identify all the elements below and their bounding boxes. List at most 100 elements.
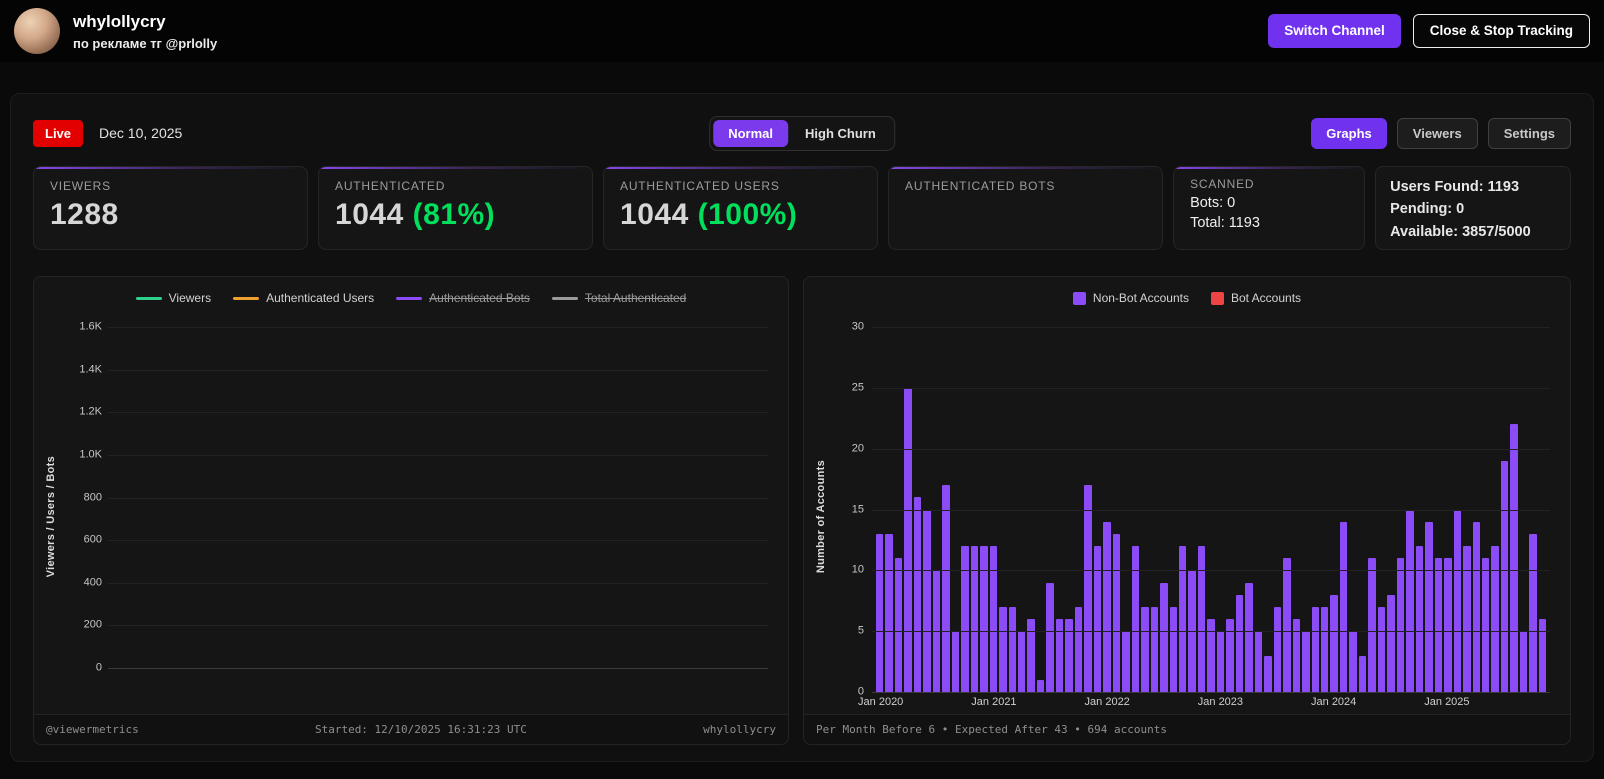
tab-viewers[interactable]: Viewers — [1396, 117, 1478, 149]
bar — [1387, 594, 1395, 692]
legend-label: Authenticated Users — [266, 291, 375, 305]
bar — [913, 497, 922, 692]
gridline — [871, 327, 1550, 328]
bar — [1216, 631, 1225, 692]
card-scanned: SCANNED Bots: 0 Total: 1193 — [1173, 166, 1366, 250]
legend-marker-non-bot-accounts — [1072, 291, 1086, 305]
viewers-count: 1288 — [50, 198, 119, 231]
bar — [904, 387, 912, 692]
bar — [1311, 606, 1319, 692]
line-chart-footer: @viewermetrics Started: 12/10/2025 16:31… — [34, 714, 788, 744]
bar-chart-plot: 30 25 20 15 10 5 0 — [852, 321, 1550, 697]
gridline — [871, 387, 1550, 389]
card-authenticated: AUTHENTICATED 1044 (81%) — [318, 166, 594, 250]
bar — [1074, 606, 1083, 692]
legend-label: Viewers — [168, 291, 212, 305]
legend-label: Bot Accounts — [1230, 291, 1302, 305]
y-tick-label: 10 — [851, 563, 864, 576]
bar-chart-footer: Per Month Before 6 • Expected After 43 •… — [803, 714, 1570, 744]
card-viewers-label: VIEWERS — [50, 179, 111, 193]
dashboard-panel: Live Dec 10, 2025 Normal High Churn Grap… — [10, 93, 1594, 762]
bar — [1406, 509, 1414, 692]
bar — [1302, 631, 1310, 692]
available-line: Available: 3857/5000 — [1390, 223, 1531, 240]
gridline — [108, 412, 768, 414]
bar — [1434, 558, 1443, 692]
card-authenticated-users: AUTHENTICATED USERS 1044 (100%) — [603, 166, 879, 250]
line-chart-body: Viewers / Users / Bots 1.6K 1.4K 1.2K 1.0K 8… — [34, 319, 788, 714]
y-tick-label: 200 — [83, 618, 102, 631]
users-found-line: Users Found: 1193 — [1390, 179, 1520, 195]
legend-marker-authenticated-bots — [396, 296, 423, 300]
y-tick-label: 600 — [83, 533, 102, 546]
x-tick-label: Jan 2022 — [1084, 696, 1130, 708]
bar — [1008, 606, 1016, 692]
bar — [999, 606, 1007, 692]
y-tick-label: 1.4K — [79, 363, 102, 376]
y-tick-label: 25 — [851, 381, 864, 394]
switch-channel-button[interactable]: Switch Channel — [1268, 14, 1401, 48]
card-authenticated-label: AUTHENTICATED — [335, 179, 446, 193]
bar — [875, 533, 884, 692]
bar — [961, 546, 969, 692]
header-actions: Switch Channel Close & Stop Tracking — [1268, 14, 1590, 48]
legend-item[interactable]: Non-Bot Accounts — [1072, 291, 1189, 305]
bar-chart-panel: Non-Bot Accounts Bot Accounts Number of A… — [802, 276, 1571, 745]
legend-item[interactable]: Bot Accounts — [1210, 291, 1302, 305]
bar — [1349, 631, 1357, 692]
gridline — [108, 540, 768, 542]
mode-high-churn-button[interactable]: High Churn — [790, 120, 891, 147]
bar — [1093, 546, 1102, 692]
close-stop-tracking-button[interactable]: Close & Stop Tracking — [1412, 14, 1590, 48]
gridline — [108, 327, 768, 328]
bar — [1160, 582, 1168, 692]
bar — [1415, 546, 1424, 692]
legend-marker-viewers — [135, 296, 162, 300]
legend-item[interactable]: Authenticated Bots — [396, 291, 530, 305]
legend-label: Total Authenticated — [584, 291, 687, 305]
line-chart-panel: Viewers Authenticated Users Authenticated … — [33, 276, 789, 745]
bar — [1197, 546, 1206, 692]
card-viewers: VIEWERS 1288 — [33, 166, 309, 250]
tab-settings[interactable]: Settings — [1487, 117, 1571, 149]
scanned-bots-line: Bots: 0 — [1190, 195, 1236, 211]
bar — [1122, 631, 1130, 692]
bar — [1396, 558, 1405, 692]
bar — [989, 546, 998, 692]
bar — [1169, 606, 1177, 692]
legend-item[interactable]: Viewers — [135, 291, 212, 305]
bar — [1463, 546, 1471, 692]
line-chart-plot: 1.6K 1.4K 1.2K 1.0K 800 600 400 200 0 — [79, 321, 768, 673]
bar — [942, 485, 950, 692]
bar — [1377, 606, 1386, 692]
charts-row: Viewers Authenticated Users Authenticated … — [33, 276, 1571, 745]
legend-marker-authenticated-users — [233, 296, 260, 300]
legend-item[interactable]: Authenticated Users — [233, 291, 374, 305]
bar — [970, 546, 979, 692]
gridline — [871, 448, 1550, 450]
bar — [923, 509, 931, 692]
mode-normal-button[interactable]: Normal — [713, 119, 789, 147]
x-tick-label: Jan 2021 — [971, 696, 1017, 708]
card-scan-summary: Users Found: 1193 Pending: 0 Available: … — [1375, 166, 1572, 250]
legend-item[interactable]: Total Authenticated — [551, 291, 687, 305]
bar — [1321, 606, 1329, 692]
authenticated-count: 1044 (81%) — [335, 198, 496, 231]
bar — [1150, 606, 1159, 692]
channel-name: whylollycry — [73, 12, 166, 32]
scanned-total-line: Total: 1193 — [1190, 215, 1260, 231]
gridline — [108, 497, 768, 499]
bar — [1018, 631, 1026, 692]
bar — [980, 546, 988, 692]
bar — [1226, 619, 1234, 692]
tab-graphs[interactable]: Graphs — [1311, 117, 1387, 149]
bar — [1235, 594, 1244, 692]
watermark-text: @viewermetrics — [46, 723, 139, 736]
bar — [1472, 521, 1480, 692]
bar — [1178, 546, 1187, 692]
gridline — [108, 369, 768, 371]
legend-marker-bot-accounts — [1210, 291, 1224, 305]
started-timestamp: Started: 12/10/2025 16:31:23 UTC — [314, 723, 527, 736]
channel-subtitle: по рекламе тг @prlolly — [73, 35, 218, 51]
bar — [1368, 558, 1376, 692]
